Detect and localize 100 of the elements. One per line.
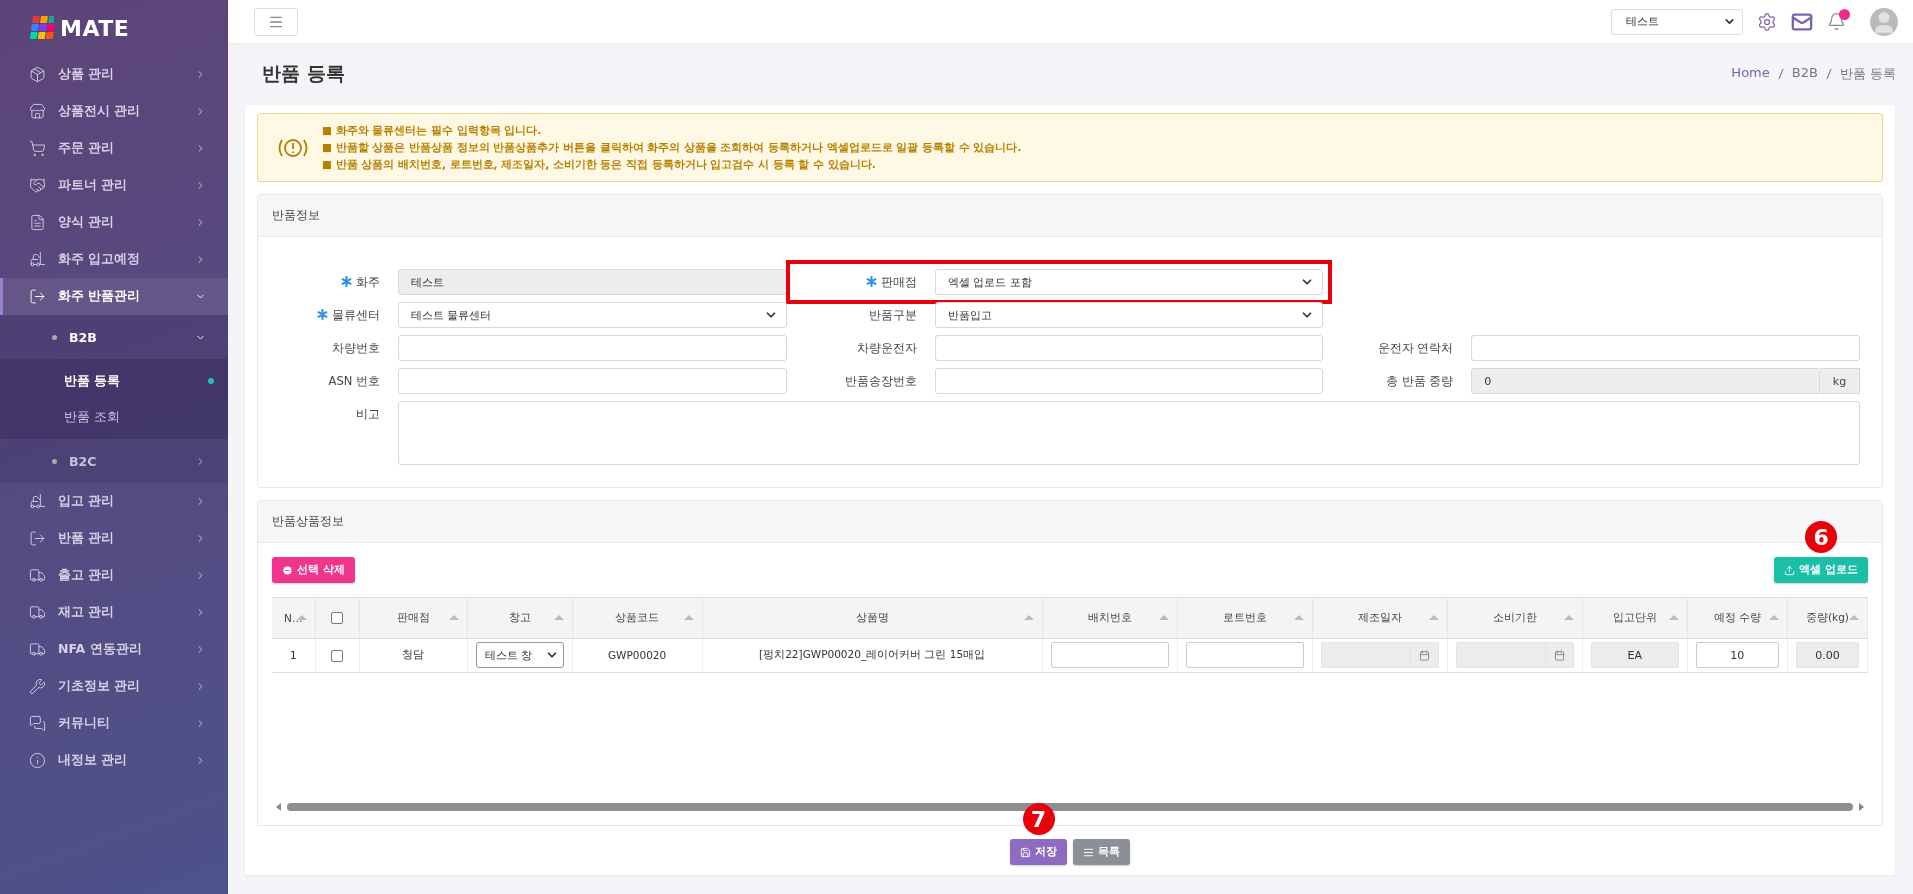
menu-icon: [29, 641, 46, 658]
field-label: 총 반품 중량: [1385, 373, 1455, 390]
settings-button[interactable]: [1757, 11, 1777, 32]
input-field[interactable]: [934, 335, 1324, 361]
column-header[interactable]: 로트번호: [1177, 598, 1313, 638]
sidebar-item[interactable]: 출고 관리: [0, 557, 228, 594]
sidebar-item[interactable]: 양식 관리: [0, 204, 228, 241]
column-header[interactable]: 제조일자: [1312, 598, 1448, 638]
submenu-link[interactable]: 반품 조회: [0, 399, 228, 435]
submenu-item[interactable]: B2C: [0, 439, 228, 483]
column-header[interactable]: N…: [272, 598, 315, 638]
input-field[interactable]: [1471, 335, 1860, 361]
sidebar-item[interactable]: 주문 관리: [0, 130, 228, 167]
menu-icon: [29, 214, 46, 231]
table-cell-text: [펑치22]GWP00020_레이어커버 그린 15매입: [759, 648, 986, 660]
field-label: 판매점: [794, 269, 935, 295]
settings-icon: [1757, 11, 1777, 32]
select-field[interactable]: 반품입고: [934, 302, 1324, 328]
minus-circle-icon: [282, 564, 293, 576]
delete-selected-button[interactable]: 선택 삭제: [272, 557, 355, 583]
menu-icon: [29, 66, 46, 83]
breadcrumb-link[interactable]: B2B: [1791, 65, 1818, 83]
sidebar-item[interactable]: NFA 연동관리: [0, 631, 228, 668]
menu-button[interactable]: [254, 7, 298, 36]
input-field[interactable]: [1050, 642, 1169, 668]
menu-icon: [29, 567, 46, 584]
logo-icon: [30, 16, 54, 40]
sidebar-item[interactable]: 기초정보 관리: [0, 668, 228, 705]
sidebar-item[interactable]: 내정보 관리: [0, 742, 228, 779]
menu-icon: [29, 140, 46, 157]
field-label: 차량운전자: [855, 340, 918, 357]
breadcrumb-link[interactable]: 반품 등록: [1839, 65, 1896, 83]
warehouse-select[interactable]: 테스트 창: [475, 642, 564, 668]
calendar-button[interactable]: [1545, 642, 1574, 668]
column-header[interactable]: 창고: [467, 598, 573, 638]
menu-icon: [29, 604, 46, 621]
sidebar-item[interactable]: 상품전시 관리: [0, 93, 228, 130]
unit-label: kg: [1820, 368, 1860, 394]
bell-icon: [1827, 12, 1846, 31]
checkbox[interactable]: [331, 611, 343, 624]
select-field[interactable]: 엑셀 업로드 포함: [934, 269, 1324, 295]
column-header[interactable]: 배치번호: [1042, 598, 1178, 638]
sidebar-item[interactable]: 화주 입고예정: [0, 241, 228, 278]
column-header[interactable]: 예정 수량: [1687, 598, 1788, 638]
input-field[interactable]: [934, 368, 1324, 394]
select-field[interactable]: 테스트 물류센터: [398, 302, 787, 328]
input-field[interactable]: [1185, 642, 1304, 668]
field-label: 반품송장번호: [843, 373, 918, 390]
list-icon: [1083, 846, 1094, 858]
list-button[interactable]: 목록: [1073, 839, 1130, 865]
sidebar-item[interactable]: 화주 반품관리: [0, 278, 228, 315]
breadcrumb-separator: [1777, 68, 1784, 80]
warning-icon: [276, 136, 310, 159]
field-label: 화주: [258, 269, 398, 295]
readonly-field: EA: [1590, 642, 1679, 668]
field-label: 비고: [355, 406, 381, 423]
notice-line: ■ 반품할 상품은 반품상품 정보의 반품상품추가 버튼을 클릭하여 화주의 상품을 조회하여 등록하거나 엑셀업로드로 일괄 등록할 수 있습니다.: [322, 140, 1022, 155]
company-select[interactable]: 테스트: [1611, 8, 1743, 35]
sidebar-item[interactable]: 파트너 관리: [0, 167, 228, 204]
column-header[interactable]: 상품코드: [572, 598, 703, 638]
sidebar-item[interactable]: 재고 관리: [0, 594, 228, 631]
calendar-icon: [1553, 649, 1565, 661]
menu-icon: [29, 678, 46, 695]
menu-icon: [29, 715, 46, 732]
column-header[interactable]: 중량(kg): [1787, 598, 1868, 638]
notice-line: ■ 반품 상품의 배치번호, 로트번호, 제조일자, 소비기한 등은 직접 등록하거나 입고검수 시 등록 할 수 있습니다.: [322, 157, 877, 172]
column-header[interactable]: 상품명: [702, 598, 1043, 638]
date-field[interactable]: [1455, 642, 1546, 668]
calendar-icon: [1418, 649, 1430, 661]
sidebar-item[interactable]: 커뮤니티: [0, 705, 228, 742]
unread-dot: [1839, 9, 1850, 20]
checkbox[interactable]: [331, 649, 343, 662]
menu-icon: [29, 288, 46, 305]
sidebar-item[interactable]: 상품 관리: [0, 56, 228, 93]
submenu-item[interactable]: B2B: [0, 315, 228, 359]
sidebar-item[interactable]: 반품 관리: [0, 520, 228, 557]
field-label: 운전자 연락처: [1376, 340, 1455, 357]
field-label: ASN 번호: [327, 373, 381, 390]
active-dot: [208, 378, 214, 384]
menu-icon: [29, 752, 46, 769]
menu-icon: [29, 530, 46, 547]
save-icon: [1020, 846, 1031, 858]
sidebar-item[interactable]: 입고 관리: [0, 483, 228, 520]
input-field[interactable]: [398, 368, 787, 394]
step-marker: 7: [1022, 803, 1055, 835]
column-header[interactable]: 판매점: [359, 598, 468, 638]
breadcrumb-separator: [1825, 68, 1832, 80]
readonly-field: 0.00: [1795, 642, 1859, 668]
input-field[interactable]: 10: [1695, 642, 1779, 668]
column-header[interactable]: 입고단위: [1582, 598, 1688, 638]
breadcrumb-link[interactable]: Home: [1731, 65, 1770, 83]
textarea-field[interactable]: [398, 401, 1860, 465]
submenu-link[interactable]: 반품 등록: [0, 363, 228, 399]
field-label: 물류센터: [258, 302, 398, 328]
readonly-field: 테스트: [398, 269, 787, 295]
column-header[interactable]: 소비기한: [1447, 598, 1583, 638]
date-field[interactable]: [1320, 642, 1411, 668]
calendar-button[interactable]: [1410, 642, 1439, 668]
input-field[interactable]: [398, 335, 787, 361]
avatar[interactable]: [1870, 7, 1898, 36]
